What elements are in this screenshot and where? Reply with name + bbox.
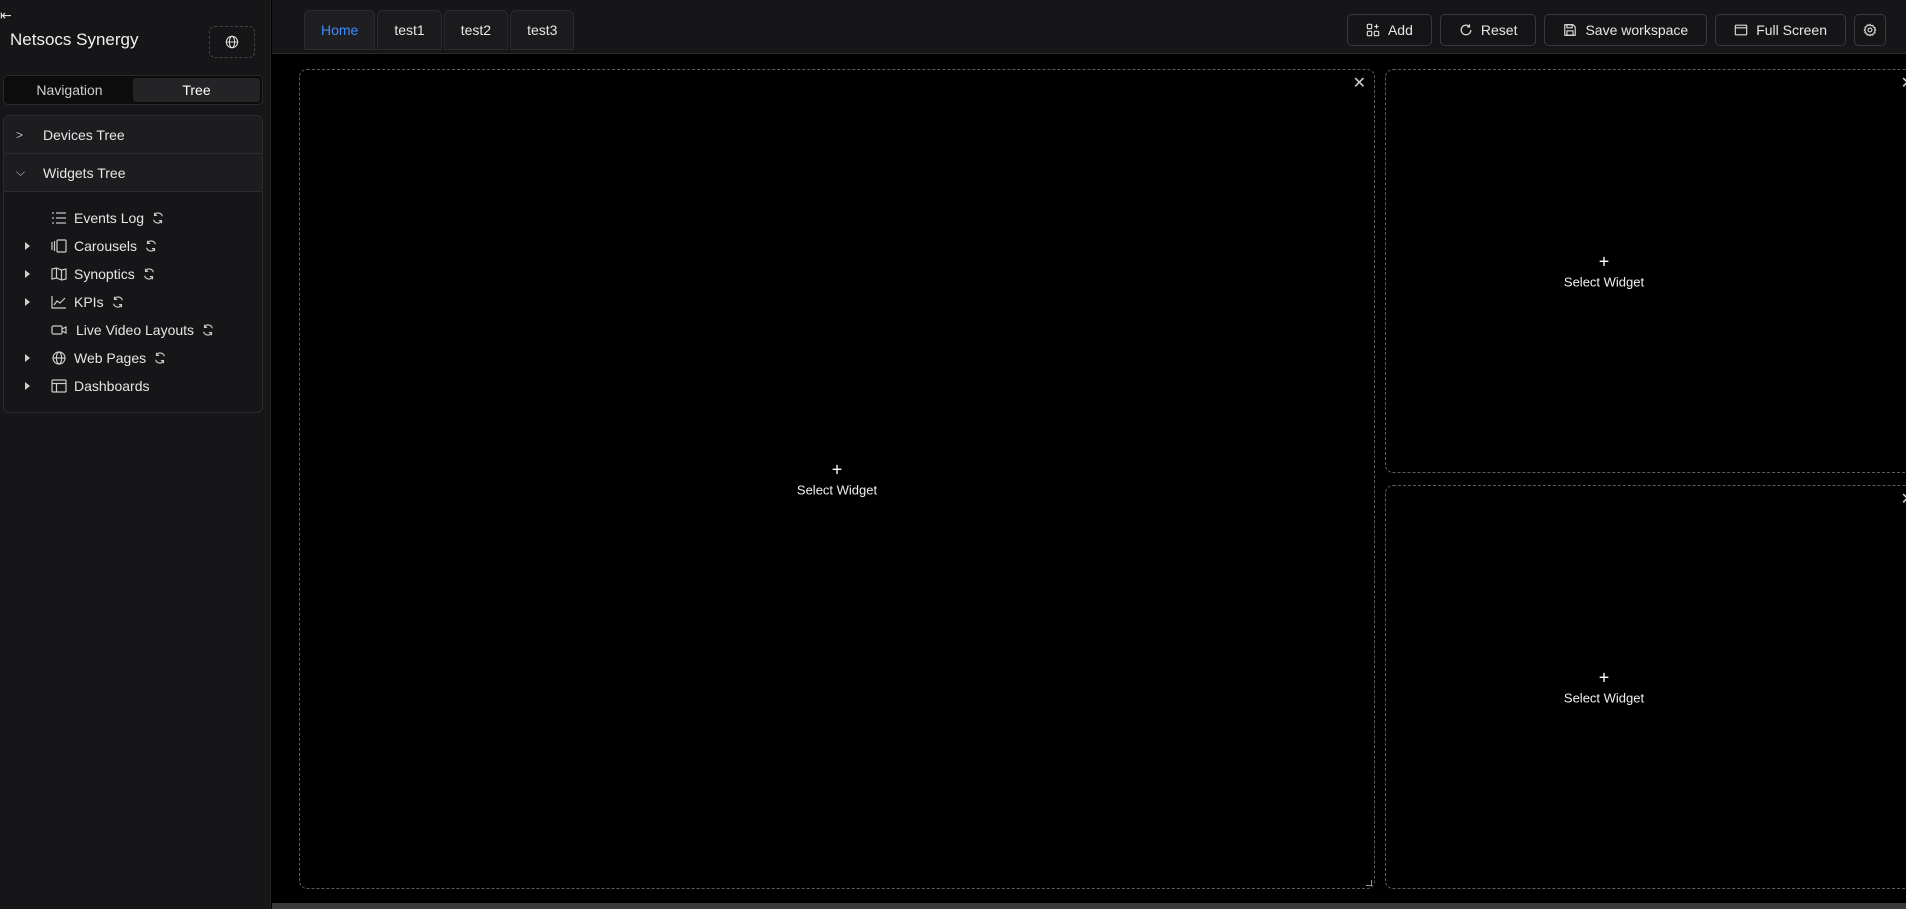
expand-caret-icon[interactable] [25, 270, 30, 278]
tree-item-label: Live Video Layouts [76, 322, 195, 338]
save-workspace-label: Save workspace [1585, 22, 1689, 38]
refresh-icon[interactable] [142, 267, 156, 281]
select-widget-label: Select Widget [1563, 690, 1645, 706]
tree-item-events-log[interactable]: Events Log [4, 204, 262, 232]
tab-test3[interactable]: test3 [510, 10, 575, 50]
refresh-icon[interactable] [144, 239, 158, 253]
video-icon [51, 325, 67, 335]
select-widget-placeholder[interactable]: + Select Widget [1564, 253, 1644, 290]
chevron-down-icon: ⌵ [16, 165, 26, 179]
add-button-label: Add [1387, 22, 1413, 38]
resize-handle-icon[interactable] [1366, 880, 1372, 886]
dashboard-icon [51, 379, 67, 393]
close-icon[interactable]: ✕ [1353, 76, 1366, 92]
devices-tree-label: Devices Tree [43, 126, 125, 143]
globe-icon [225, 35, 239, 49]
segment-navigation[interactable]: Navigation [6, 78, 133, 102]
fullscreen-icon [1734, 24, 1748, 36]
save-icon [1564, 24, 1577, 36]
tree-item-label: KPIs [74, 294, 104, 310]
close-icon[interactable]: ✕ [1901, 76, 1906, 92]
plus-icon: + [1598, 251, 1610, 272]
view-switcher: Navigation Tree [3, 75, 263, 105]
tree-item-label: Dashboards [74, 378, 150, 394]
reset-icon [1460, 24, 1472, 36]
tab-test1[interactable]: test1 [377, 10, 442, 50]
tree-item-label: Carousels [74, 238, 138, 254]
reset-button-label: Reset [1480, 22, 1518, 38]
collapse-sidebar-icon[interactable]: ⇤ [0, 6, 18, 24]
refresh-icon[interactable] [111, 295, 125, 309]
chevron-right-icon: > [16, 127, 24, 142]
reset-button[interactable]: Reset [1439, 14, 1537, 46]
map-icon [51, 267, 67, 281]
gear-icon [1863, 23, 1877, 37]
add-button[interactable]: Add [1346, 14, 1432, 46]
full-screen-button[interactable]: Full Screen [1715, 14, 1846, 46]
tree-item-label: Synoptics [74, 266, 135, 282]
chart-line-icon [51, 296, 66, 309]
widgets-tree-label: Widgets Tree [43, 164, 126, 181]
tree-item-live-video-layouts[interactable]: Live Video Layouts [4, 316, 262, 344]
widget-slot-main[interactable]: ✕ + Select Widget [299, 69, 1375, 889]
add-widget-icon [1366, 23, 1380, 37]
tab-home[interactable]: Home [304, 10, 376, 50]
workspace-area: ✕ + Select Widget ✕ + Select Widget ✕ + … [272, 55, 1906, 900]
settings-button[interactable] [1854, 14, 1886, 46]
carousel-icon [51, 239, 67, 253]
tree-item-label: Events Log [74, 210, 145, 226]
list-icon [52, 212, 66, 224]
tree-item-synoptics[interactable]: Synoptics [4, 260, 262, 288]
expand-caret-icon[interactable] [25, 242, 30, 250]
expand-caret-icon[interactable] [25, 298, 30, 306]
select-widget-label: Select Widget [796, 482, 878, 498]
tab-test2[interactable]: test2 [443, 10, 509, 50]
tree-item-label: Web Pages [74, 350, 147, 366]
widgets-tree-header[interactable]: ⌵ Widgets Tree [4, 154, 262, 192]
select-widget-label: Select Widget [1563, 274, 1645, 290]
plus-icon: + [831, 459, 843, 480]
widget-slot-top-right[interactable]: ✕ + Select Widget [1385, 69, 1906, 473]
toolbar-actions: Add Reset Save workspace Full Screen [1346, 14, 1886, 46]
save-workspace-button[interactable]: Save workspace [1544, 14, 1708, 46]
tree-item-web-pages[interactable]: Web Pages [4, 344, 262, 372]
horizontal-scrollbar[interactable] [272, 903, 1906, 909]
devices-tree-header[interactable]: > Devices Tree [4, 116, 262, 154]
expand-caret-icon[interactable] [25, 354, 30, 362]
full-screen-label: Full Screen [1756, 22, 1827, 38]
segment-tree[interactable]: Tree [133, 78, 260, 102]
workspace-tabs: Home test1 test2 test3 [304, 10, 575, 50]
select-widget-placeholder[interactable]: + Select Widget [797, 461, 877, 498]
tree-item-carousels[interactable]: Carousels [4, 232, 262, 260]
tree-item-dashboards[interactable]: Dashboards [4, 372, 262, 400]
app-title: Netsocs Synergy [10, 30, 139, 49]
tree-item-kpis[interactable]: KPIs [4, 288, 262, 316]
close-icon[interactable]: ✕ [1901, 492, 1906, 508]
refresh-icon[interactable] [151, 211, 165, 225]
globe-icon [52, 351, 66, 365]
plus-icon: + [1598, 667, 1610, 688]
widgets-tree-list: Events Log Carousels Synoptics KPIs Live… [4, 192, 262, 400]
refresh-icon[interactable] [153, 351, 167, 365]
expand-caret-icon[interactable] [25, 382, 30, 390]
select-widget-placeholder[interactable]: + Select Widget [1564, 669, 1644, 706]
tree-panel: > Devices Tree ⌵ Widgets Tree Events Log [3, 115, 263, 413]
language-button[interactable] [209, 26, 255, 58]
widget-slot-bottom-right[interactable]: ✕ + Select Widget [1385, 485, 1906, 889]
top-bar: Home test1 test2 test3 Add Reset Save wo… [272, 0, 1906, 54]
refresh-icon[interactable] [201, 323, 215, 337]
sidebar: ⇤ Netsocs Synergy Navigation Tree > Devi… [0, 0, 271, 909]
